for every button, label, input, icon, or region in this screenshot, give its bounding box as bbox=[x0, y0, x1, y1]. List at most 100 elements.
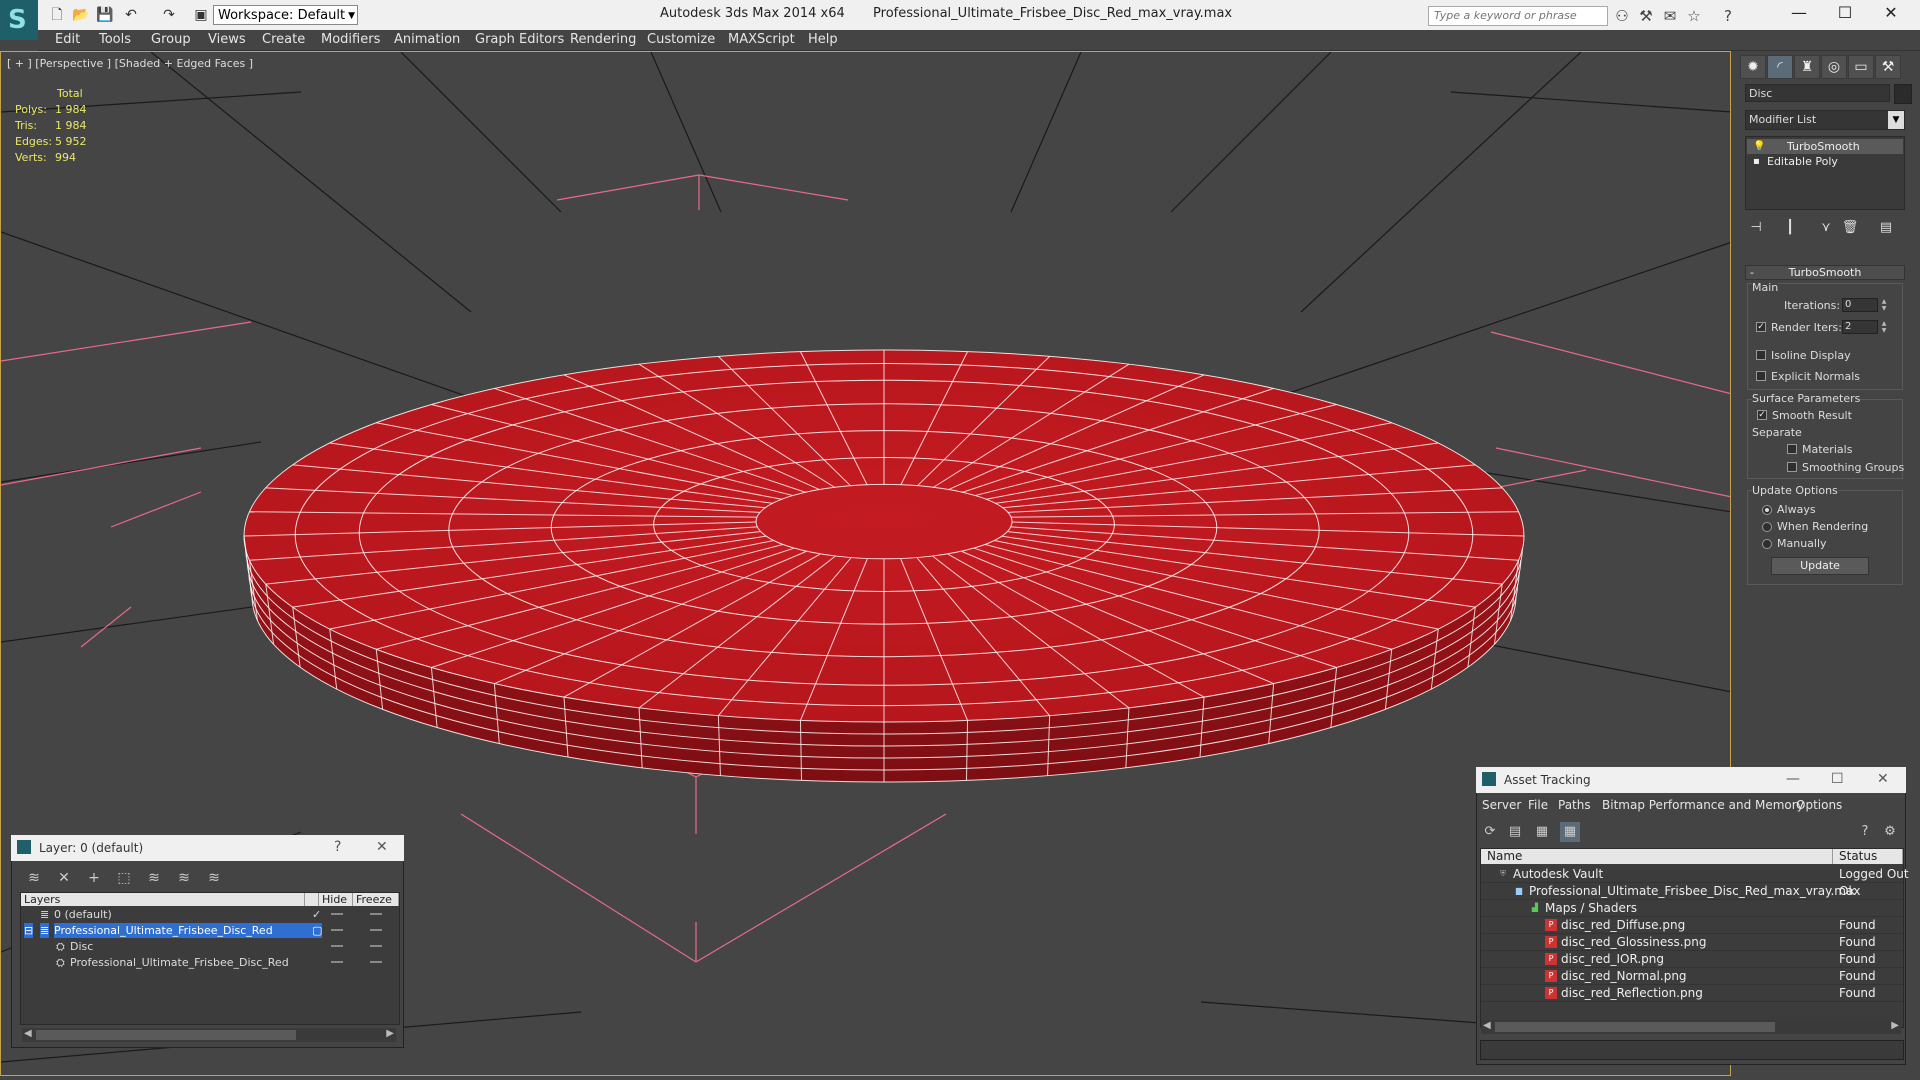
scrollbar-thumb[interactable] bbox=[1495, 1022, 1775, 1032]
refresh-icon[interactable]: ⟳ bbox=[1480, 822, 1500, 842]
subscription-icon[interactable]: ⚒ bbox=[1636, 6, 1656, 26]
iterations-spinner-arrows[interactable]: ▲ ▼ bbox=[1880, 298, 1888, 312]
status-column-header[interactable]: Status bbox=[1833, 849, 1903, 864]
always-radio[interactable] bbox=[1762, 505, 1772, 515]
configure-sets-icon[interactable]: ▤ bbox=[1876, 218, 1896, 238]
name-column-header[interactable]: Name bbox=[1481, 849, 1833, 864]
menu-modifiers[interactable]: Modifiers bbox=[321, 32, 380, 47]
new-file-icon[interactable]: 🗋 bbox=[48, 6, 66, 24]
select-objects-icon[interactable]: ⬚ bbox=[114, 868, 134, 888]
asset-tracking-titlebar[interactable]: Asset Tracking — ☐ ✕ bbox=[1476, 767, 1906, 793]
close-button[interactable]: ✕ bbox=[1868, 0, 1914, 28]
workspace-dropdown[interactable]: Workspace: Default ▼ bbox=[213, 5, 358, 25]
asset-row[interactable]: P disc_red_Glossiness.png Found bbox=[1481, 934, 1903, 951]
maximize-button[interactable]: ☐ bbox=[1831, 771, 1844, 787]
redo-icon[interactable]: ↷ bbox=[160, 6, 178, 24]
layer-row[interactable]: ≣ 0 (default) ✓ bbox=[22, 907, 398, 922]
asset-menu-paths[interactable]: Paths bbox=[1558, 798, 1591, 812]
hierarchy-tab-icon[interactable]: ♜ bbox=[1794, 55, 1820, 79]
asset-row[interactable]: P disc_red_Normal.png Found bbox=[1481, 968, 1903, 985]
materials-checkbox[interactable] bbox=[1787, 444, 1797, 454]
object-name-field[interactable]: Disc bbox=[1745, 84, 1890, 102]
stack-item-turbosmooth[interactable]: 💡 TurboSmooth bbox=[1747, 139, 1903, 154]
list-view-icon[interactable]: ▤ bbox=[1505, 822, 1525, 842]
communication-icon[interactable]: ✉ bbox=[1660, 6, 1680, 26]
menu-help[interactable]: Help bbox=[808, 32, 838, 47]
binoculars-icon[interactable]: ⚇ bbox=[1612, 6, 1632, 26]
manually-radio[interactable] bbox=[1762, 539, 1772, 549]
asset-row[interactable]: P disc_red_IOR.png Found bbox=[1481, 951, 1903, 968]
render-iters-spinner-arrows[interactable]: ▲ ▼ bbox=[1880, 320, 1888, 334]
menu-graph-editors[interactable]: Graph Editors bbox=[475, 32, 564, 47]
lightbulb-icon[interactable]: 💡 bbox=[1753, 139, 1765, 154]
asset-menu-options[interactable]: Options bbox=[1796, 798, 1842, 812]
display-tab-icon[interactable]: ▭ bbox=[1848, 55, 1874, 79]
help-icon[interactable]: ? bbox=[1718, 6, 1738, 26]
search-input[interactable] bbox=[1432, 8, 1606, 23]
app-logo-icon[interactable]: S bbox=[0, 0, 38, 40]
menu-views[interactable]: Views bbox=[208, 32, 246, 47]
layer-row[interactable]: ⛭ Disc bbox=[22, 939, 398, 954]
menu-create[interactable]: Create bbox=[262, 32, 305, 47]
object-color-swatch[interactable] bbox=[1894, 84, 1912, 104]
asset-menu-server[interactable]: Server bbox=[1482, 798, 1521, 812]
turbosmooth-rollout-header[interactable]: - TurboSmooth bbox=[1745, 265, 1905, 280]
table-view-icon[interactable]: ▦ bbox=[1560, 822, 1580, 842]
favorites-star-icon[interactable]: ☆ bbox=[1684, 6, 1704, 26]
make-unique-icon[interactable]: ⋎ bbox=[1816, 218, 1836, 238]
motion-tab-icon[interactable]: ◎ bbox=[1821, 55, 1847, 79]
asset-row[interactable]: ▟ Maps / Shaders bbox=[1481, 900, 1903, 917]
collapse-icon[interactable]: ⊟ bbox=[24, 923, 34, 938]
add-to-layer-icon[interactable]: + bbox=[84, 868, 104, 888]
help-icon[interactable]: ? bbox=[1855, 822, 1875, 842]
menu-rendering[interactable]: Rendering bbox=[570, 32, 636, 47]
stack-item-editable-poly[interactable]: ▪ Editable Poly bbox=[1747, 154, 1903, 169]
search-box[interactable] bbox=[1428, 6, 1608, 26]
asset-row[interactable]: P disc_red_Reflection.png Found bbox=[1481, 985, 1903, 1002]
open-file-icon[interactable]: 📂 bbox=[72, 6, 90, 24]
update-button[interactable]: Update bbox=[1771, 557, 1869, 575]
layer-horizontal-scrollbar[interactable]: ◀ ▶ bbox=[22, 1028, 396, 1042]
hide-column-header[interactable]: Hide bbox=[319, 893, 353, 906]
when-rendering-radio[interactable] bbox=[1762, 522, 1772, 532]
menu-maxscript[interactable]: MAXScript bbox=[728, 32, 795, 47]
minimize-button[interactable]: — bbox=[1776, 0, 1822, 28]
asset-horizontal-scrollbar[interactable]: ◀ ▶ bbox=[1481, 1020, 1901, 1034]
asset-path-field[interactable] bbox=[1480, 1040, 1904, 1060]
options-icon[interactable]: ⚙ bbox=[1880, 822, 1900, 842]
iterations-spinner[interactable]: 0 bbox=[1842, 298, 1878, 312]
asset-menu-bitmap-performance[interactable]: Bitmap Performance and Memory bbox=[1602, 798, 1804, 812]
modify-tab-icon[interactable]: ◜ bbox=[1767, 55, 1793, 79]
explicit-normals-checkbox[interactable] bbox=[1756, 371, 1766, 381]
expand-plus-icon[interactable]: ▪ bbox=[1753, 154, 1760, 169]
asset-row[interactable]: ⛨ Autodesk Vault Logged Out bbox=[1481, 866, 1909, 883]
frisbee-disc-mesh[interactable] bbox=[243, 349, 1525, 783]
viewport-label[interactable]: [ + ] [Perspective ] [Shaded + Edged Fac… bbox=[7, 57, 253, 70]
render-iters-spinner[interactable]: 2 bbox=[1842, 320, 1878, 334]
thumbnail-view-icon[interactable]: ▦ bbox=[1532, 822, 1552, 842]
show-end-result-icon[interactable]: ┃ bbox=[1780, 218, 1800, 238]
create-tab-icon[interactable]: ✹ bbox=[1740, 55, 1766, 79]
isoline-display-checkbox[interactable] bbox=[1756, 350, 1766, 360]
menu-edit[interactable]: Edit bbox=[55, 32, 80, 47]
remove-modifier-icon[interactable]: 🗑 bbox=[1840, 218, 1860, 238]
scrollbar-thumb[interactable] bbox=[36, 1030, 296, 1040]
highlight-selected-icon[interactable]: ≋ bbox=[144, 868, 164, 888]
menu-group[interactable]: Group bbox=[151, 32, 191, 47]
freeze-column-header[interactable]: Freeze bbox=[353, 893, 399, 906]
project-folder-icon[interactable]: ▣ bbox=[192, 6, 210, 24]
menu-animation[interactable]: Animation bbox=[394, 32, 460, 47]
layer-row[interactable]: ⊟ ≣ Professional_Ultimate_Frisbee_Disc_R… bbox=[22, 923, 398, 938]
save-icon[interactable]: 💾 bbox=[96, 6, 114, 24]
create-layer-icon[interactable]: ≋ bbox=[24, 868, 44, 888]
smooth-result-checkbox[interactable]: ✓ bbox=[1757, 410, 1767, 420]
menu-customize[interactable]: Customize bbox=[647, 32, 715, 47]
hide-all-layers-icon[interactable]: ≋ bbox=[174, 868, 194, 888]
utilities-tab-icon[interactable]: ⚒ bbox=[1875, 55, 1901, 79]
asset-row[interactable]: P disc_red_Diffuse.png Found bbox=[1481, 917, 1903, 934]
maximize-button[interactable]: ☐ bbox=[1822, 0, 1868, 28]
undo-icon[interactable]: ↶ bbox=[122, 6, 140, 24]
minimize-button[interactable]: — bbox=[1786, 771, 1800, 787]
smoothing-groups-checkbox[interactable] bbox=[1787, 462, 1797, 472]
close-button[interactable]: ✕ bbox=[376, 839, 388, 855]
